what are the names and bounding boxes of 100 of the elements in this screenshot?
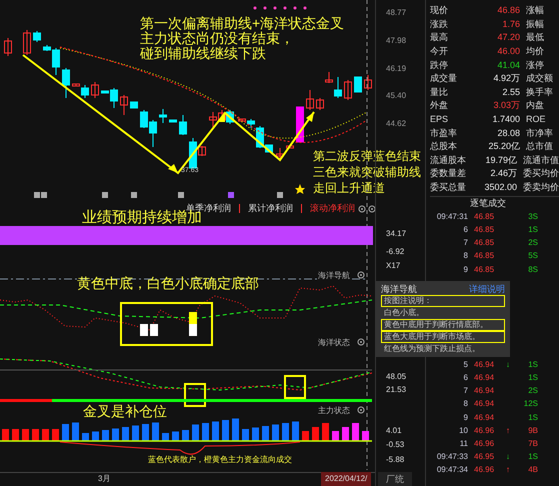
trade-price: 46.94	[473, 373, 496, 384]
details-link[interactable]: 详细说明	[469, 283, 505, 295]
axis-label: 48.05	[386, 372, 406, 381]
quote-label: 流通股本	[430, 154, 467, 166]
trade-arrow-icon: ↑	[506, 465, 510, 474]
axis-label: 44.62	[386, 119, 406, 128]
trade-time: 10	[458, 426, 468, 436]
histogram-bar	[252, 428, 259, 441]
bottom-tab[interactable]: 厂统	[378, 472, 412, 486]
event-marker-icon	[277, 192, 283, 198]
indicator-tab[interactable]: 累计净利润	[244, 203, 297, 214]
axis-label: 21.53	[386, 385, 406, 394]
histogram-bar	[132, 426, 139, 441]
signal-dot	[284, 6, 286, 10]
quote-label: EPS	[430, 114, 450, 126]
quote-value: 4.92万	[492, 73, 520, 84]
quote-value: 47.20	[496, 32, 520, 44]
quote-label: 成交量	[430, 73, 458, 84]
candle	[130, 102, 138, 108]
trade-price: 46.85	[473, 238, 496, 248]
settings-icon[interactable]	[357, 271, 365, 279]
histogram-bar	[302, 431, 309, 441]
axis-label: -5.88	[386, 455, 404, 464]
candle	[316, 98, 324, 110]
candle	[306, 90, 314, 110]
quote-label: ROE	[526, 114, 546, 126]
candle	[91, 82, 99, 98]
candle	[169, 120, 177, 122]
panel-title: 逐笔成交	[470, 198, 506, 210]
trade-volume: 1S	[527, 360, 538, 370]
trade-price: 46.94	[473, 399, 496, 410]
trade-volume: 7B	[527, 438, 538, 449]
settings-icon[interactable]	[357, 338, 365, 346]
histogram-bar	[182, 430, 189, 441]
chart-annotation: 碰到辅助线继续下跌	[140, 46, 266, 61]
histogram-bar	[282, 423, 289, 441]
histogram-bar	[42, 429, 49, 441]
histogram-bar	[332, 431, 339, 441]
quote-value: 2.46万	[489, 168, 517, 180]
quote-label: 市净率	[526, 128, 553, 139]
trade-volume: 9B	[527, 426, 538, 436]
quote-label: 委数量差	[430, 168, 467, 180]
histogram-bar	[102, 430, 109, 441]
quote-label: 均价	[526, 46, 544, 58]
trade-time: 09:47:34	[436, 465, 468, 476]
indicator-label: 主力状态	[318, 406, 350, 415]
candle	[33, 30, 41, 42]
trade-volume: 2S	[527, 238, 538, 248]
quote-label: 涨停	[526, 60, 544, 71]
histogram-bar	[272, 424, 279, 441]
signal-dot	[304, 6, 306, 10]
quote-label: 量比	[430, 86, 449, 98]
candle	[354, 76, 362, 92]
histogram-bar	[212, 422, 219, 441]
trade-price: 46.94	[473, 360, 496, 370]
settings-icon[interactable]	[357, 406, 365, 414]
trade-price: 46.96	[473, 465, 496, 476]
histogram-bar	[192, 424, 199, 441]
trade-price: 46.95	[473, 452, 496, 462]
quote-value: 25.20亿	[487, 141, 520, 152]
popup-title: 海洋导航	[381, 283, 417, 295]
histogram-bar	[82, 433, 89, 441]
quote-label: 市盈率	[430, 128, 458, 139]
candle	[276, 148, 284, 160]
trade-time: 6	[462, 373, 468, 384]
quote-value: 28.08	[496, 128, 520, 139]
quote-value: 46.00	[496, 46, 520, 58]
trade-time: 09:47:33	[436, 452, 468, 462]
trade-price: 46.96	[473, 426, 496, 436]
axis-label: 48.77	[386, 8, 406, 17]
candle	[62, 68, 70, 98]
chart-annotation: 黄色中底，白色小底确定底部	[77, 276, 259, 291]
trade-time: 7	[462, 238, 468, 248]
trade-price: 46.94	[473, 386, 496, 396]
cursor-date-label: 2022/04/12/	[321, 472, 372, 486]
trade-price: 46.85	[473, 264, 496, 275]
trade-arrow-icon: ↓	[506, 452, 510, 462]
quote-label: 委卖均价	[523, 182, 559, 194]
histogram-bar	[32, 429, 39, 441]
quote-label: 内盘	[526, 100, 544, 112]
trade-price: 46.85	[473, 225, 496, 236]
quote-label: 最低	[526, 32, 544, 44]
signal-dot	[294, 6, 296, 10]
event-marker-icon	[228, 192, 234, 198]
axis-label: -6.92	[386, 247, 404, 256]
histogram-bar	[142, 424, 149, 441]
trade-time: 7	[462, 386, 468, 396]
trade-time: 5	[462, 360, 468, 370]
axis-label: -0.53	[386, 440, 404, 449]
candle	[120, 94, 128, 116]
trade-time: 09:47:31	[436, 212, 468, 222]
histogram-bar	[242, 429, 249, 441]
indicator-label: 海洋状态	[318, 338, 350, 347]
highlight-frame	[284, 375, 306, 399]
axis-label: 47.98	[386, 36, 406, 45]
quote-label: 涨跌	[430, 18, 449, 30]
signal-dot	[274, 6, 276, 10]
indicator-tab[interactable]: 滚动净利润	[306, 203, 359, 214]
trade-price: 46.96	[473, 438, 496, 449]
trade-volume: 1S	[527, 452, 538, 462]
